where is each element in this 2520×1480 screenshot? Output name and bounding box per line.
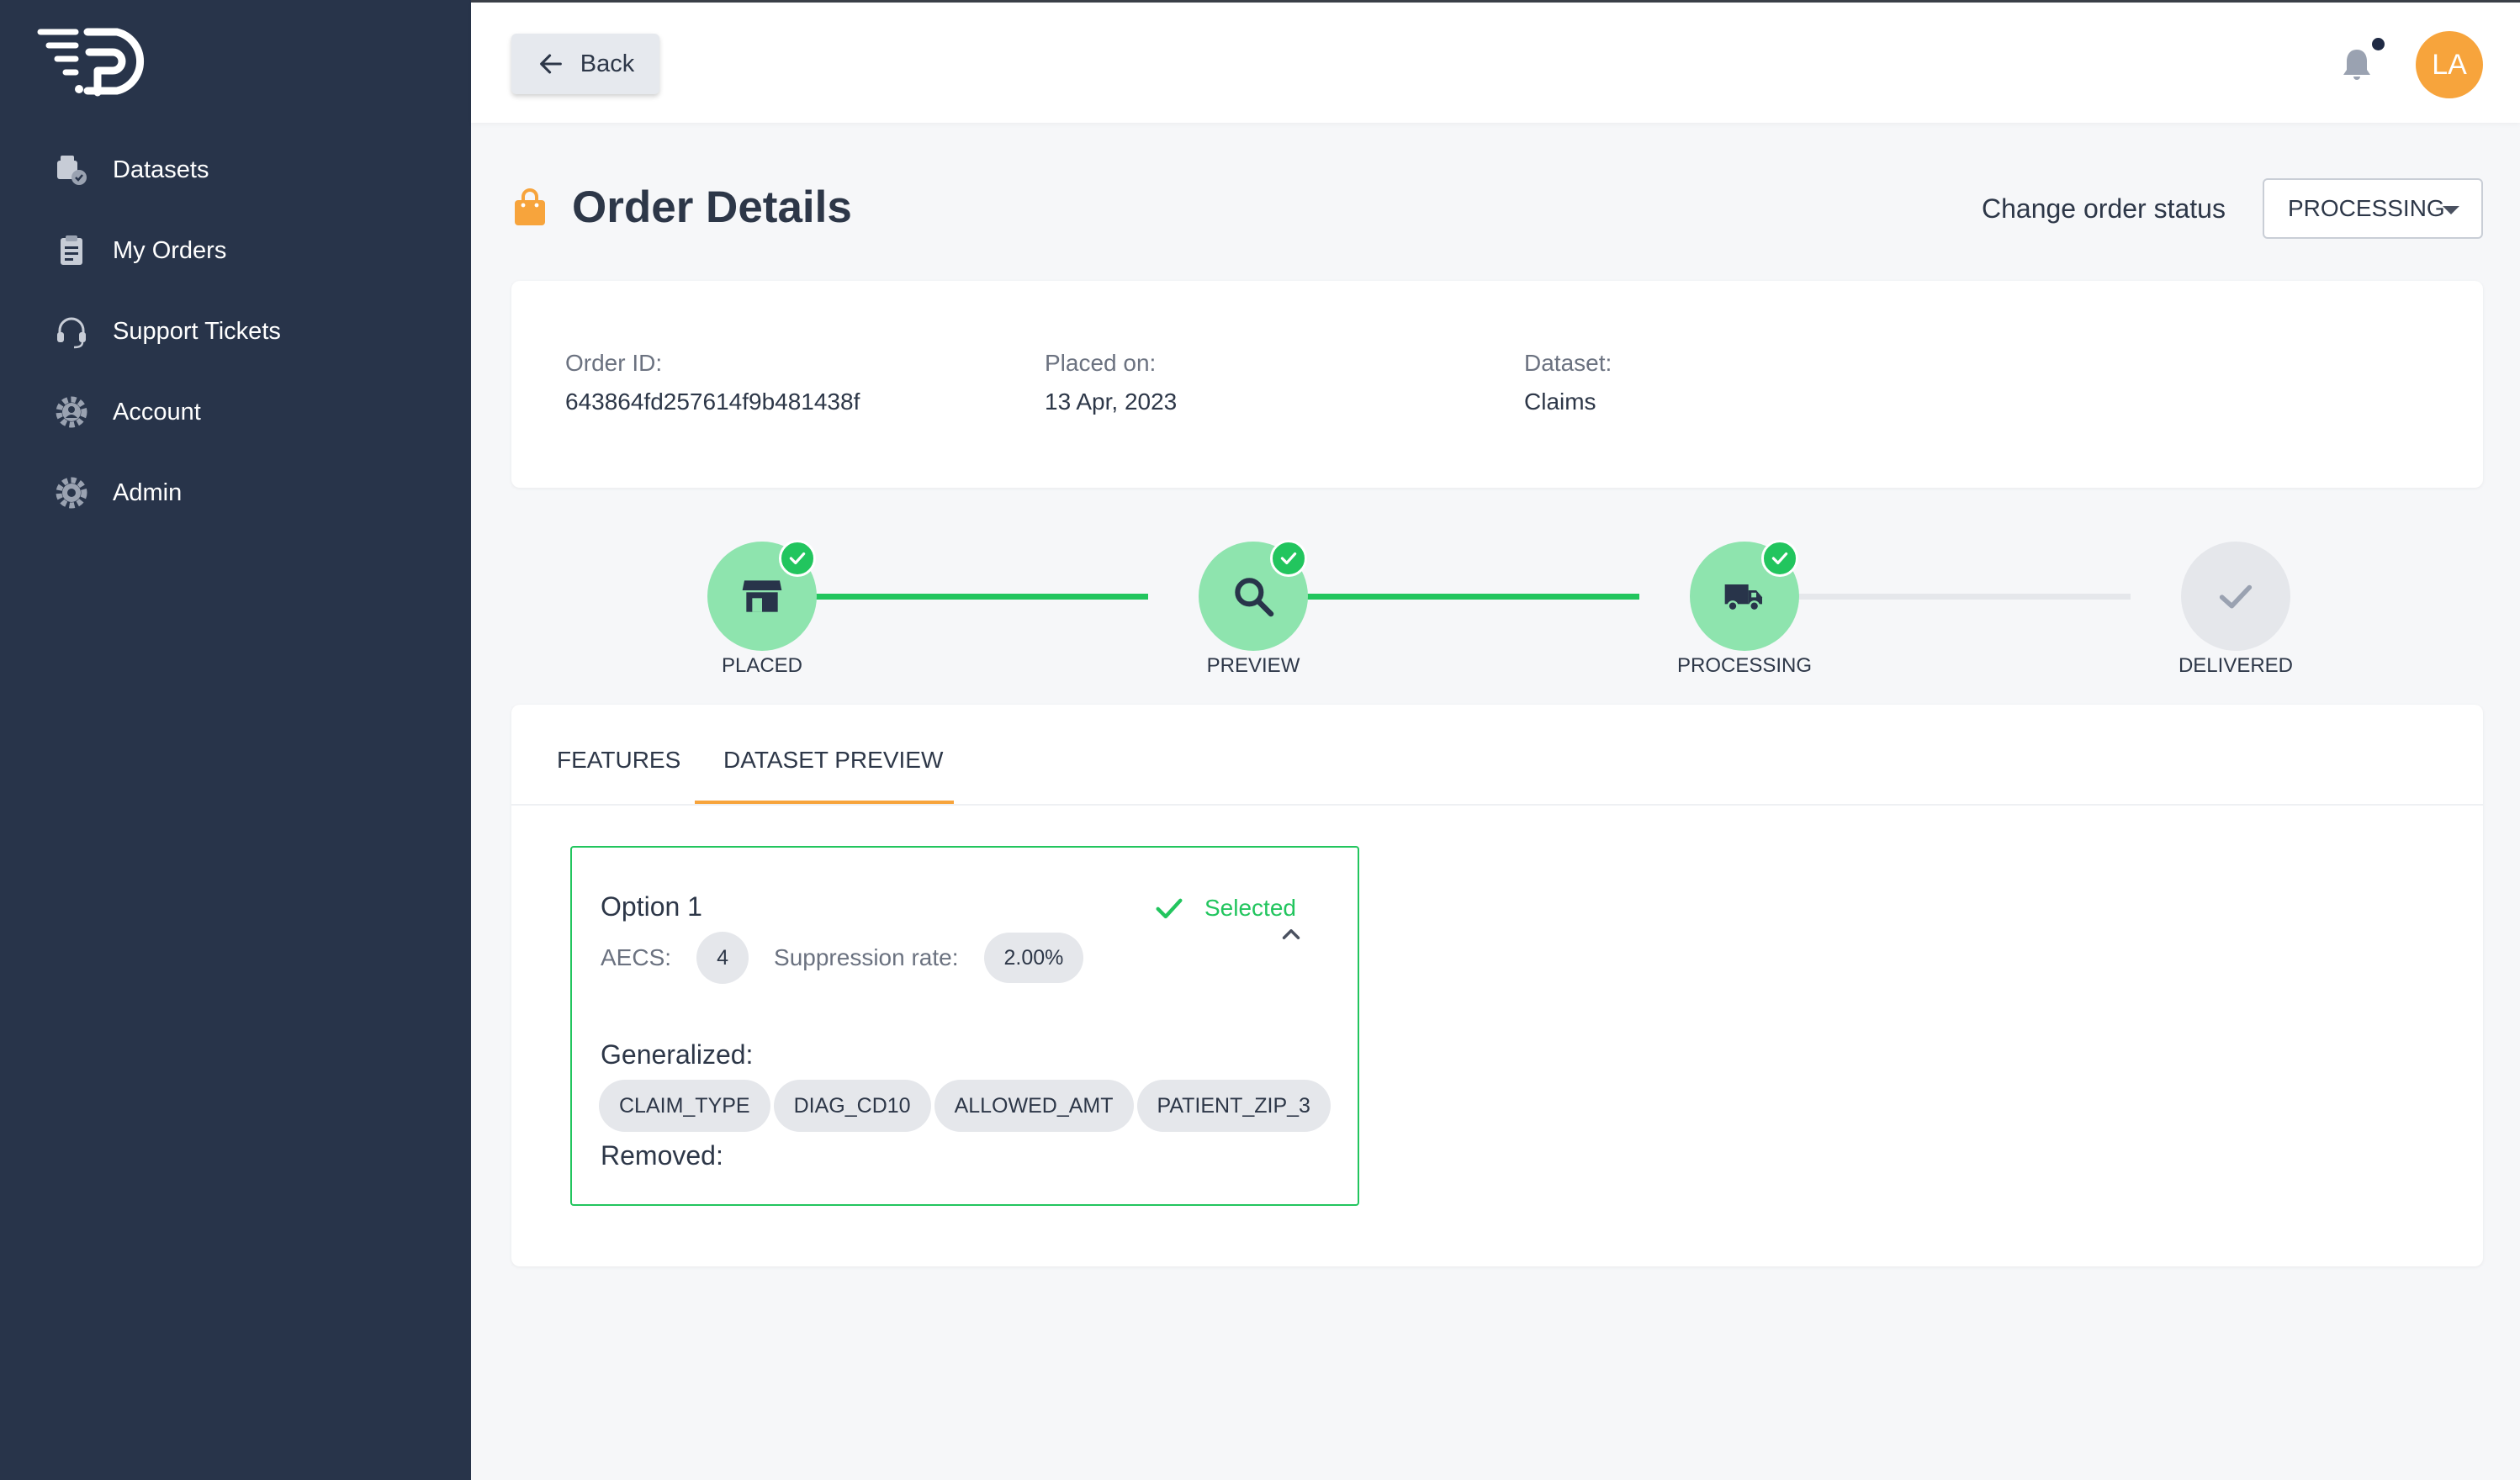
- check-icon: [2219, 584, 2253, 609]
- placed-on-value: 13 Apr, 2023: [1045, 388, 1178, 415]
- step-done-check-icon: [1270, 540, 1307, 577]
- sidebar-nav: Datasets My Orders Support Tickets Accou…: [0, 130, 471, 533]
- sidebar-item-datasets[interactable]: Datasets: [0, 130, 471, 210]
- step-done-check-icon: [779, 540, 816, 577]
- store-icon: [742, 580, 782, 612]
- sidebar-item-label: Admin: [113, 478, 183, 506]
- truck-icon: [1724, 584, 1762, 612]
- order-progress-stepper: PLACED PREVIEW PROCESSING DELIVERED: [511, 530, 2483, 698]
- order-status-select[interactable]: PROCESSING: [2263, 178, 2483, 239]
- step-label-delivered: DELIVERED: [2178, 654, 2294, 677]
- sidebar-item-label: My Orders: [113, 236, 227, 264]
- sidebar-item-label: Account: [113, 398, 201, 426]
- suppression-rate-label: Suppression rate:: [774, 944, 959, 970]
- step-connector-1: [761, 594, 1148, 600]
- notification-dot: [2372, 38, 2385, 50]
- selected-label: Selected: [1204, 895, 1296, 921]
- aecs-value: 4: [696, 932, 749, 984]
- search-icon: [1235, 578, 1274, 617]
- tab-features[interactable]: FEATURES: [557, 747, 680, 774]
- generalized-tag: CLAIM_TYPE: [599, 1080, 770, 1132]
- sidebar-item-admin[interactable]: Admin: [0, 452, 471, 533]
- sidebar-item-account[interactable]: Account: [0, 372, 471, 452]
- order-id-value: 643864fd257614f9b481438f: [565, 388, 860, 415]
- headset-icon: [52, 312, 91, 351]
- selected-indicator: Selected: [1152, 891, 1296, 925]
- active-tab-indicator: [695, 801, 954, 804]
- aecs-label: AECS:: [601, 944, 672, 970]
- arrow-left-icon: [539, 54, 562, 74]
- step-connector-3: [1744, 594, 2131, 600]
- order-id-field: Order ID: 643864fd257614f9b481438f: [565, 350, 860, 415]
- account-gear-icon: [52, 393, 91, 431]
- sidebar-item-label: Datasets: [113, 156, 209, 183]
- step-label-processing: PROCESSING: [1676, 654, 1813, 677]
- option-title: Option 1: [601, 891, 702, 922]
- order-info-card: Order ID: 643864fd257614f9b481438f Place…: [511, 281, 2483, 488]
- generalized-tag: DIAG_CD10: [773, 1080, 931, 1132]
- clipboard-icon: [52, 231, 91, 270]
- step-label-placed: PLACED: [721, 654, 803, 677]
- dataset-value: Claims: [1524, 388, 1596, 415]
- avatar[interactable]: LA: [2416, 31, 2483, 98]
- placed-on-label: Placed on:: [1045, 350, 1157, 376]
- order-tabs-card: FEATURES DATASET PREVIEW Option 1 Select…: [511, 705, 2483, 1266]
- change-status-label: Change order status: [1982, 193, 2226, 224]
- tab-dataset-preview[interactable]: DATASET PREVIEW: [723, 747, 943, 774]
- back-button-label: Back: [580, 50, 635, 77]
- generalized-tag: PATIENT_ZIP_3: [1136, 1080, 1331, 1132]
- option-metrics: AECS: 4 Suppression rate: 2.00%: [601, 932, 1084, 984]
- datasets-icon: [52, 151, 91, 189]
- tab-bar: FEATURES DATASET PREVIEW: [511, 705, 2483, 806]
- step-done-check-icon: [1761, 540, 1798, 577]
- step-delivered: [2181, 542, 2290, 651]
- app-root: Datasets My Orders Support Tickets Accou…: [0, 0, 2520, 1480]
- removed-label: Removed:: [601, 1140, 723, 1171]
- back-button[interactable]: Back: [511, 34, 659, 94]
- bell-icon[interactable]: [2337, 45, 2377, 85]
- generalized-tag: ALLOWED_AMT: [934, 1080, 1134, 1132]
- sidebar-item-label: Support Tickets: [113, 317, 281, 345]
- order-id-label: Order ID:: [565, 350, 663, 376]
- dataset-field: Dataset: Claims: [1524, 350, 1612, 415]
- option-card[interactable]: Option 1 Selected AECS: 4 Suppression ra…: [570, 846, 1359, 1206]
- suppression-rate-value: 2.00%: [983, 933, 1084, 983]
- dataset-label: Dataset:: [1524, 350, 1612, 376]
- caret-down-icon: [2443, 206, 2459, 214]
- brand-logo[interactable]: [37, 24, 161, 99]
- step-connector-2: [1252, 594, 1639, 600]
- generalized-tags: CLAIM_TYPE DIAG_CD10 ALLOWED_AMT PATIENT…: [599, 1080, 1331, 1132]
- settings-gear-icon: [52, 473, 91, 512]
- sidebar-item-my-orders[interactable]: My Orders: [0, 210, 471, 291]
- step-label-preview: PREVIEW: [1206, 654, 1300, 677]
- sidebar-item-support-tickets[interactable]: Support Tickets: [0, 291, 471, 372]
- placed-on-field: Placed on: 13 Apr, 2023: [1045, 350, 1177, 415]
- shopping-bag-icon: [515, 188, 545, 225]
- check-icon: [1156, 898, 1183, 919]
- sidebar: Datasets My Orders Support Tickets Accou…: [0, 0, 471, 1480]
- top-bar: Back LA: [471, 0, 2520, 123]
- chevron-up-icon[interactable]: [1277, 920, 1305, 949]
- generalized-label: Generalized:: [601, 1039, 754, 1070]
- page-title: Order Details: [572, 182, 852, 232]
- order-status-value: PROCESSING: [2288, 195, 2445, 221]
